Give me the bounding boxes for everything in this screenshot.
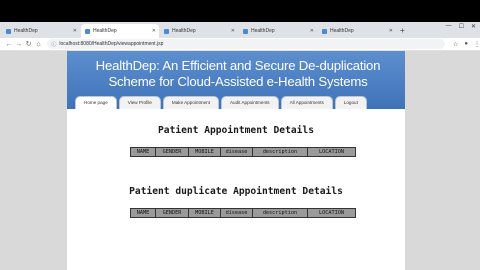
page-container: HealthDep: An Efficient and Secure De-du… <box>67 51 405 270</box>
tab-close-icon[interactable]: ✕ <box>389 28 393 34</box>
browser-tab-strip: HealthDep ✕ HealthDep ✕ HealthDep ✕ Heal… <box>0 22 480 38</box>
menu-icon[interactable]: ⋮ <box>474 41 480 48</box>
duplicate-appointment-table: NAME GENDER MOBILE disease description L… <box>130 208 356 218</box>
column-header-mobile: MOBILE <box>188 208 221 218</box>
column-header-name: NAME <box>130 147 156 157</box>
browser-tab-label: HealthDep <box>172 28 196 34</box>
home-icon[interactable]: ⌂ <box>34 41 44 48</box>
toolbar-icons: ☆ ● ⋮ <box>453 41 480 48</box>
table-header-row: NAME GENDER MOBILE disease description L… <box>130 208 356 218</box>
tab-close-icon[interactable]: ✕ <box>310 28 314 34</box>
browser-tab[interactable]: HealthDep ✕ <box>2 24 80 38</box>
column-header-location: LOCATION <box>307 208 356 218</box>
tab-close-icon[interactable]: ✕ <box>152 28 156 34</box>
appointment-details-heading: Patient Appointment Details <box>158 125 314 136</box>
browser-tab[interactable]: HealthDep ✕ <box>160 24 238 38</box>
page-title: HealthDep: An Efficient and Secure De-du… <box>95 58 381 89</box>
window-controls: — ☐ ✕ <box>446 23 476 30</box>
address-bar[interactable]: ⓘ localhost:8080/HealthDep/viewappointme… <box>47 39 445 49</box>
column-header-gender: GENDER <box>155 147 189 157</box>
reload-icon[interactable]: ↻ <box>24 40 34 48</box>
nav-audit-appointments[interactable]: Audit Appointments <box>220 96 279 109</box>
minimize-icon[interactable]: — <box>446 23 452 30</box>
column-header-disease: disease <box>220 147 253 157</box>
back-arrow-icon[interactable]: ← <box>4 41 14 48</box>
table-header-row: NAME GENDER MOBILE disease description L… <box>130 147 356 157</box>
close-window-icon[interactable]: ✕ <box>471 23 476 30</box>
browser-tab-label: HealthDep <box>14 28 38 34</box>
tab-close-icon[interactable]: ✕ <box>73 28 77 34</box>
new-tab-button[interactable]: + <box>400 24 405 38</box>
browser-tab[interactable]: HealthDep ✕ <box>239 24 317 38</box>
column-header-name: NAME <box>130 208 156 218</box>
favicon-icon <box>322 28 327 34</box>
info-icon[interactable]: ⓘ <box>51 41 56 48</box>
star-icon[interactable]: ☆ <box>453 41 458 48</box>
browser-tab-label: HealthDep <box>330 28 354 34</box>
page-viewport: HealthDep: An Efficient and Secure De-du… <box>0 51 480 270</box>
forward-arrow-icon[interactable]: → <box>14 41 24 48</box>
column-header-description: description <box>252 208 308 218</box>
address-bar-url: localhost:8080/HealthDep/viewappointment… <box>59 41 164 47</box>
column-header-description: description <box>252 147 308 157</box>
browser-tab[interactable]: HealthDep ✕ <box>318 24 396 38</box>
browser-toolbar: ← → ↻ ⌂ ⓘ localhost:8080/HealthDep/viewa… <box>0 38 480 51</box>
appointment-table: NAME GENDER MOBILE disease description L… <box>130 147 356 157</box>
tab-close-icon[interactable]: ✕ <box>231 28 235 34</box>
duplicate-appointment-heading: Patient duplicate Appointment Details <box>129 186 343 197</box>
profile-icon[interactable]: ● <box>464 41 468 48</box>
nav-home[interactable]: Home page <box>75 96 117 109</box>
browser-tab-active[interactable]: HealthDep ✕ <box>81 24 159 38</box>
browser-tab-label: HealthDep <box>93 28 117 34</box>
browser-tab-label: HealthDep <box>251 28 275 34</box>
column-header-location: LOCATION <box>307 147 356 157</box>
screen: HealthDep ✕ HealthDep ✕ HealthDep ✕ Heal… <box>0 0 480 270</box>
favicon-icon <box>85 28 90 34</box>
maximize-icon[interactable]: ☐ <box>459 23 464 30</box>
nav-view-profile[interactable]: View Profile <box>118 96 161 109</box>
nav-make-appointment[interactable]: Make Appointment <box>162 96 219 109</box>
nav-all-appointments[interactable]: All Appointments <box>280 96 333 109</box>
favicon-icon <box>243 28 248 34</box>
favicon-icon <box>164 28 169 34</box>
favicon-icon <box>6 28 11 34</box>
column-header-mobile: MOBILE <box>188 147 221 157</box>
column-header-gender: GENDER <box>155 208 189 218</box>
nav-logout[interactable]: Logout <box>334 96 367 109</box>
column-header-disease: disease <box>220 208 253 218</box>
main-nav: Home page View Profile Make Appointment … <box>75 96 367 109</box>
